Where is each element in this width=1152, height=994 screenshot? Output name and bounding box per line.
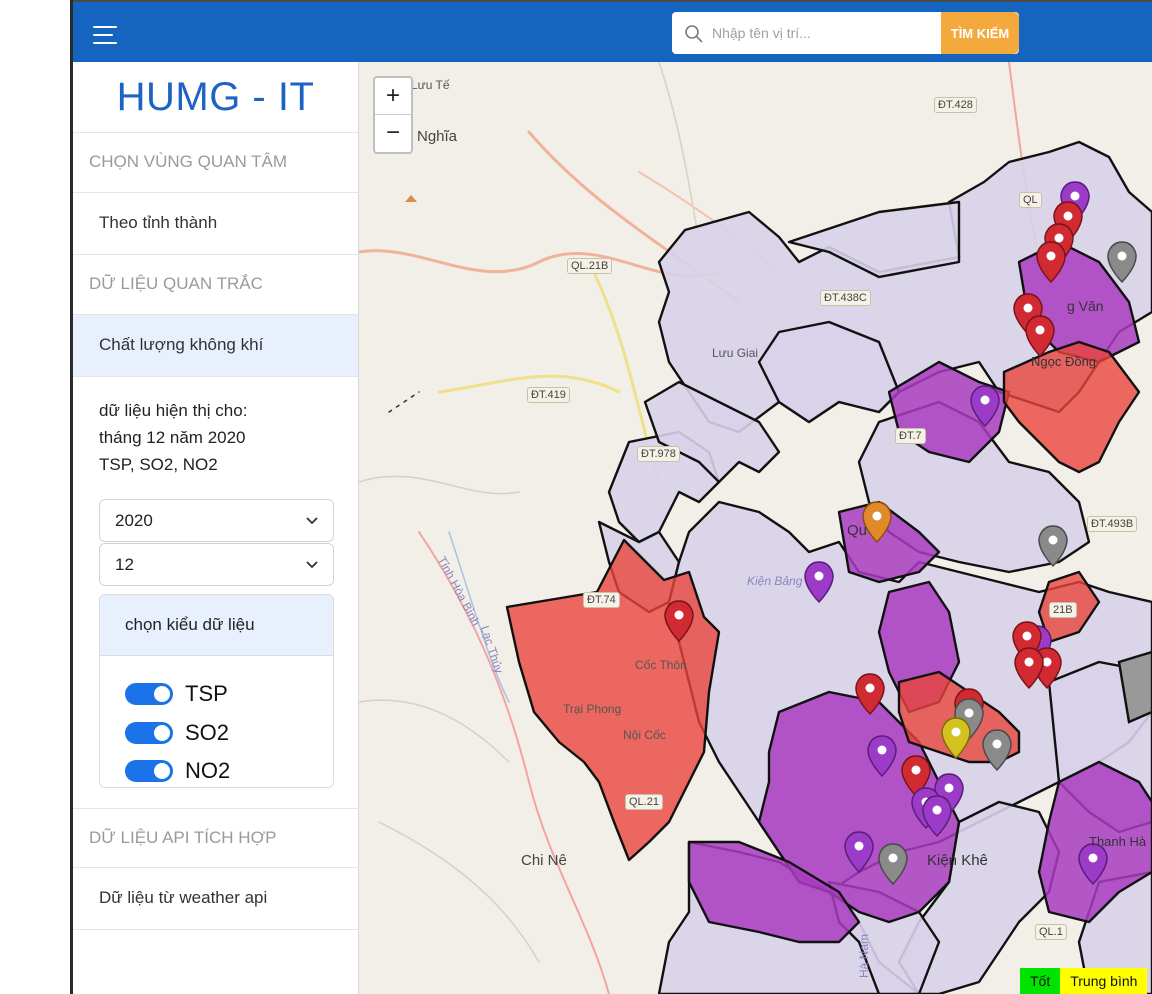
tsp-toggle[interactable] <box>125 683 173 705</box>
road-badge: ĐT.428 <box>934 97 977 113</box>
data-type-header[interactable]: chọn kiểu dữ liệu <box>100 595 333 656</box>
brand-title: HUMG - IT <box>73 62 358 133</box>
road-badge: QL.1 <box>1035 924 1067 940</box>
map-view[interactable]: Lưu Tế Nghĩa Lưu Giai Cốc Thôn Trại Phon… <box>359 62 1152 994</box>
search-button[interactable]: TÌM KIẾM <box>941 12 1019 54</box>
map-label: Thanh Hà <box>1089 834 1147 849</box>
year-value: 2020 <box>115 511 153 530</box>
data-type-panel: chọn kiểu dữ liệu TSP SO2 NO2 <box>99 594 334 788</box>
legend-good: Tốt <box>1020 968 1061 994</box>
zoom-control: + − <box>373 76 413 154</box>
month-value: 12 <box>115 555 134 574</box>
sidebar: HUMG - IT CHỌN VÙNG QUAN TÂM Theo tỉnh t… <box>73 62 359 994</box>
road-badge: ĐT.74 <box>583 592 620 608</box>
zoom-in-button[interactable]: + <box>375 78 411 115</box>
search-box: TÌM KIẾM <box>672 12 1019 54</box>
info-line: dữ liệu hiện thị cho: <box>99 401 248 420</box>
legend-moderate: Trung bình <box>1060 968 1148 994</box>
chevron-down-icon <box>306 517 318 525</box>
so2-toggle[interactable] <box>125 722 173 744</box>
map-label: Lưu Giai <box>712 346 759 360</box>
road-badge: ĐT.978 <box>637 446 680 462</box>
map-label: Ngọc Đồng <box>1031 354 1097 369</box>
sidebar-item-air-quality[interactable]: Chất lượng không khí <box>73 315 358 377</box>
zoom-out-button[interactable]: − <box>375 115 411 152</box>
map-label: Trại Phong <box>563 702 622 716</box>
section-monitoring-heading: DỮ LIỆU QUAN TRẮC <box>73 255 358 315</box>
map-label: Nội Cốc <box>623 728 666 742</box>
sidebar-item-weather-api[interactable]: Dữ liệu từ weather api <box>73 868 359 930</box>
toggle-label: TSP <box>185 681 228 706</box>
toggle-label: SO2 <box>185 720 230 745</box>
chevron-down-icon <box>306 561 318 569</box>
map-label: Nghĩa <box>417 128 458 145</box>
api-section: DỮ LIỆU API TÍCH HỢP Dữ liệu từ weather … <box>73 808 359 930</box>
map-label: Kiện Khê <box>927 852 988 869</box>
road-badge: ĐT.438C <box>820 290 871 306</box>
map-label: Chi Nê <box>521 852 567 869</box>
year-select[interactable]: 2020 <box>99 499 334 542</box>
road-badge: ĐT.493B <box>1087 516 1138 532</box>
road-badge: QL.21B <box>567 258 613 274</box>
map-label: Cốc Thôn <box>635 658 687 672</box>
info-line: tháng 12 năm 2020 <box>99 428 246 447</box>
road-badge: ĐT.419 <box>527 387 570 403</box>
aqi-legend: Tốt Trung bình <box>1020 968 1148 994</box>
top-bar: TÌM KIẾM <box>73 0 1152 62</box>
month-select[interactable]: 12 <box>99 543 334 586</box>
map-label: Qu <box>847 522 868 539</box>
map-label: g Văn <box>1067 298 1104 314</box>
road-badge: QL <box>1019 192 1042 208</box>
search-input[interactable] <box>712 12 942 54</box>
hamburger-menu-icon[interactable] <box>93 24 119 46</box>
section-region-heading: CHỌN VÙNG QUAN TÂM <box>73 133 358 193</box>
map-label: Lưu Tế <box>411 78 450 92</box>
app-frame: TÌM KIẾM HUMG - IT CHỌN VÙNG QUAN TÂM Th… <box>73 0 1152 994</box>
sidebar-item-province[interactable]: Theo tỉnh thành <box>73 193 358 255</box>
road-badge: QL.21 <box>625 794 663 810</box>
road-badge: ĐT.7 <box>895 428 926 444</box>
data-display-info: dữ liệu hiện thị cho: tháng 12 năm 2020 … <box>73 377 358 478</box>
map-label: Hà Nam <box>857 933 871 978</box>
road-badge: 21B <box>1049 602 1077 618</box>
search-icon <box>685 25 703 43</box>
toggle-label: NO2 <box>185 758 231 783</box>
section-api-heading: DỮ LIỆU API TÍCH HỢP <box>73 808 359 868</box>
info-line: TSP, SO2, NO2 <box>99 455 218 474</box>
outer-margin <box>0 0 70 994</box>
map-label: Kiện Bảng <box>747 574 803 588</box>
no2-toggle[interactable] <box>125 760 173 782</box>
